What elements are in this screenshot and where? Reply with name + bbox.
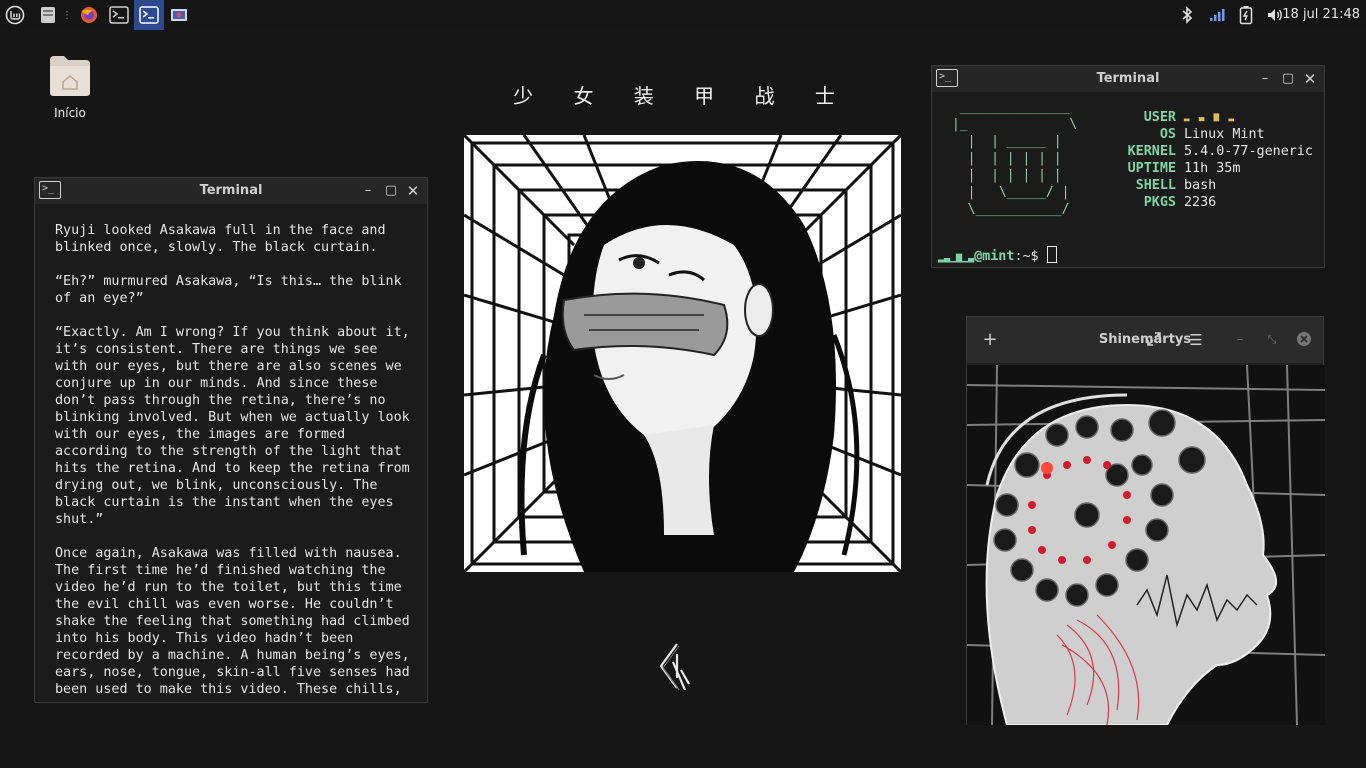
top-panel: ⋮ 18 jul 21:48: [0, 0, 1366, 30]
minimize-button[interactable]: –: [1256, 70, 1274, 88]
battery-icon[interactable]: [1236, 3, 1256, 27]
desktop-logo-icon: [655, 640, 695, 692]
info-row-shell: SHELL bash: [1112, 177, 1313, 194]
file-manager-icon[interactable]: [38, 3, 58, 27]
displayed-image: [967, 365, 1325, 725]
image-viewer-icon[interactable]: [168, 3, 190, 27]
terminal-titlebar[interactable]: >_ Terminal – ▢ ✕: [35, 178, 427, 204]
info-value: 2236: [1184, 195, 1217, 210]
home-folder-label: Início: [54, 106, 86, 120]
info-key: PKGS: [1143, 195, 1176, 210]
user-bars-icon: ▂ ▃ ▆ ▂: [1184, 112, 1236, 122]
terminal-titlebar[interactable]: >_ Terminal – ▢ ✕: [932, 66, 1324, 92]
info-value: Linux Mint: [1184, 127, 1265, 142]
clock[interactable]: 18 jul 21:48: [1282, 0, 1360, 30]
info-row-uptime: UPTIME 11h 35m: [1112, 160, 1313, 177]
restore-button[interactable]: ⤡: [1263, 331, 1281, 349]
bluetooth-icon[interactable]: [1178, 3, 1196, 27]
terminal-launcher-icon[interactable]: [106, 3, 132, 27]
info-value: 11h 35m: [1184, 161, 1241, 176]
desktop-home-folder[interactable]: Início: [40, 52, 100, 120]
terminal-window-neofetch[interactable]: >_ Terminal – ▢ ✕ ______________ |_ \ | …: [931, 65, 1325, 268]
image-viewer-window[interactable]: + Shinemartys ☰ – ⤡: [966, 316, 1325, 725]
terminal-window-text[interactable]: >_ Terminal – ▢ ✕ Ryuji looked Asakawa f…: [34, 177, 428, 703]
info-key: OS: [1159, 127, 1176, 142]
info-row-kernel: KERNEL 5.4.0-77-generic: [1112, 143, 1313, 160]
info-value: bash: [1184, 178, 1217, 193]
prompt-host: @mint: [974, 249, 1015, 264]
info-key: USER: [1143, 110, 1176, 125]
close-button[interactable]: ✕: [1301, 70, 1319, 88]
artwork-title: 少 女 装 甲 战 士: [513, 84, 852, 108]
info-value: 5.4.0-77-generic: [1184, 144, 1313, 159]
shell-prompt[interactable]: ▂▃▁▆▁▃@mint:~$: [938, 246, 1057, 266]
firefox-icon[interactable]: [78, 3, 100, 27]
home-folder-icon: [50, 56, 90, 96]
mint-ascii-logo: ______________ |_ \ | | _____ | | | | | …: [952, 100, 1078, 217]
maximize-button[interactable]: ▢: [382, 182, 400, 200]
info-row-os: OS Linux Mint: [1112, 126, 1313, 143]
hamburger-menu-icon[interactable]: ☰: [1187, 331, 1205, 349]
prompt-user-bars-icon: ▂▃▁▆▁▃: [938, 252, 975, 263]
close-button[interactable]: ✕: [404, 182, 422, 200]
image-viewer-titlebar[interactable]: + Shinemartys ☰ – ⤡: [967, 317, 1323, 363]
system-info: USER ▂ ▃ ▆ ▂ OS Linux Mint KERNEL 5.4.0-…: [1112, 109, 1313, 211]
prompt-path: :~$: [1014, 249, 1047, 264]
info-key: KERNEL: [1127, 144, 1176, 159]
panel-separator-icon: ⋮: [62, 9, 72, 21]
minimize-button[interactable]: –: [359, 182, 377, 200]
info-row-user: USER ▂ ▃ ▆ ▂: [1112, 109, 1313, 126]
info-key: SHELL: [1135, 178, 1176, 193]
text-cursor: [1046, 246, 1057, 263]
info-row-pkgs: PKGS 2236: [1112, 194, 1313, 211]
expand-icon[interactable]: [1145, 331, 1163, 349]
info-key: UPTIME: [1127, 161, 1176, 176]
terminal-output[interactable]: Ryuji looked Asakawa full in the face an…: [55, 222, 417, 696]
artwork-image: [464, 135, 901, 572]
close-button[interactable]: [1295, 331, 1313, 349]
linux-mint-menu-icon[interactable]: [4, 3, 26, 27]
network-signal-icon[interactable]: [1206, 3, 1228, 27]
terminal-active-icon[interactable]: [134, 0, 164, 30]
minimize-button[interactable]: –: [1231, 331, 1249, 349]
maximize-button[interactable]: ▢: [1279, 70, 1297, 88]
